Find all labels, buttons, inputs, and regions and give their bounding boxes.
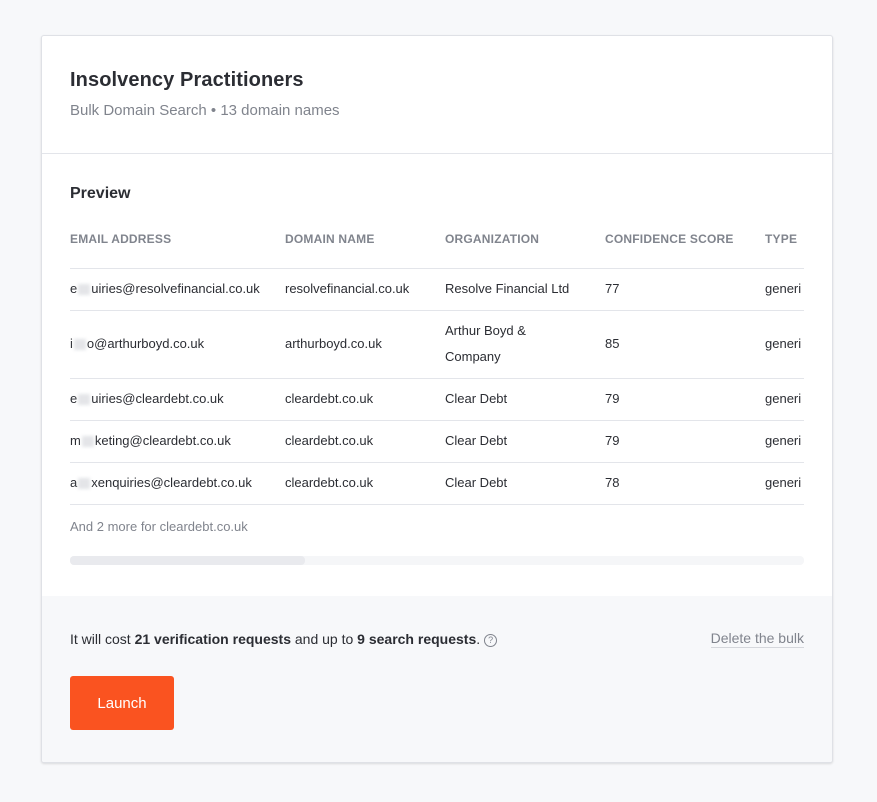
confidence-cell: 79	[605, 378, 765, 421]
email-prefix: i	[70, 336, 73, 351]
organization-cell: Clear Debt	[445, 462, 605, 505]
confidence-cell: 79	[605, 420, 765, 463]
column-header-confidence: CONFIDENCE SCORE	[605, 228, 765, 269]
table-row: i o@arthurboyd.co.uk arthurboyd.co.uk Art…	[70, 310, 804, 379]
scrollbar-thumb[interactable]	[70, 555, 305, 565]
email-suffix: keting@cleardebt.co.uk	[94, 433, 231, 448]
email-cell: e uiries@cleardebt.co.uk	[70, 378, 285, 421]
confidence-cell: 85	[605, 310, 765, 379]
domain-cell: cleardebt.co.uk	[285, 420, 445, 463]
type-cell: generi	[765, 310, 804, 379]
help-icon[interactable]: ?	[484, 633, 498, 647]
column-header-type: TYPE	[765, 228, 804, 269]
email-prefix: e	[70, 281, 78, 296]
organization-cell: Clear Debt	[445, 420, 605, 463]
preview-table-container[interactable]: EMAIL ADDRESS DOMAIN NAME ORGANIZATION C…	[70, 228, 804, 505]
confidence-cell: 78	[605, 462, 765, 505]
search-requests-count: 9 search requests	[357, 631, 477, 647]
redacted-blur	[81, 436, 94, 448]
domain-cell: arthurboyd.co.uk	[285, 310, 445, 379]
email-suffix: o@arthurboyd.co.uk	[86, 336, 205, 351]
verification-requests-count: 21 verification requests	[134, 631, 291, 647]
email-prefix: a	[70, 475, 78, 490]
type-cell: generi	[765, 420, 804, 463]
preview-table: EMAIL ADDRESS DOMAIN NAME ORGANIZATION C…	[70, 228, 804, 505]
type-cell: generi	[765, 378, 804, 421]
preview-section: Preview EMAIL ADDRESS DOMAIN NAME ORGANI…	[42, 154, 832, 597]
domain-cell: cleardebt.co.uk	[285, 462, 445, 505]
table-header-row: EMAIL ADDRESS DOMAIN NAME ORGANIZATION C…	[70, 228, 804, 269]
redacted-blur	[78, 478, 91, 490]
delete-bulk-link[interactable]: Delete the bulk	[710, 630, 804, 648]
table-row: m keting@cleardebt.co.uk cleardebt.co.uk …	[70, 420, 804, 463]
launch-button[interactable]: Launch	[70, 676, 174, 730]
horizontal-scrollbar[interactable]	[70, 555, 804, 565]
organization-cell: Clear Debt	[445, 378, 605, 421]
email-suffix: xenquiries@cleardebt.co.uk	[91, 475, 252, 490]
redacted-blur	[73, 339, 86, 351]
bulk-card: Insolvency Practitioners Bulk Domain Sea…	[41, 35, 833, 763]
cost-prefix: It will cost	[70, 631, 135, 647]
domain-cell: resolvefinancial.co.uk	[285, 268, 445, 311]
type-cell: generi	[765, 268, 804, 311]
card-footer: It will cost 21 verification requests an…	[42, 596, 832, 762]
more-results-note: And 2 more for cleardebt.co.uk	[70, 518, 248, 534]
email-cell: a xenquiries@cleardebt.co.uk	[70, 462, 285, 505]
email-suffix: uiries@cleardebt.co.uk	[91, 391, 224, 406]
column-header-organization: ORGANIZATION	[445, 228, 605, 269]
email-cell: i o@arthurboyd.co.uk	[70, 310, 285, 379]
table-row: e uiries@cleardebt.co.uk cleardebt.co.uk …	[70, 378, 804, 421]
table-row: e uiries@resolvefinancial.co.uk resolvefi…	[70, 268, 804, 311]
redacted-blur	[78, 284, 91, 296]
organization-cell: Resolve Financial Ltd	[445, 268, 605, 311]
email-prefix: m	[70, 433, 81, 448]
email-prefix: e	[70, 391, 78, 406]
domain-cell: cleardebt.co.uk	[285, 378, 445, 421]
type-cell: generi	[765, 462, 804, 505]
page-title: Insolvency Practitioners	[70, 69, 304, 91]
cost-suffix: .	[476, 631, 481, 647]
redacted-blur	[78, 394, 91, 406]
table-row: a xenquiries@cleardebt.co.uk cleardebt.co…	[70, 462, 804, 505]
column-header-domain: DOMAIN NAME	[285, 228, 445, 269]
confidence-cell: 77	[605, 268, 765, 311]
cost-middle: and up to	[290, 631, 358, 647]
cost-summary: It will cost 21 verification requests an…	[70, 631, 498, 647]
email-cell: e uiries@resolvefinancial.co.uk	[70, 268, 285, 311]
column-header-email: EMAIL ADDRESS	[70, 228, 285, 269]
cost-row: It will cost 21 verification requests an…	[70, 630, 804, 648]
organization-cell: Arthur Boyd & Company	[445, 310, 605, 379]
email-suffix: uiries@resolvefinancial.co.uk	[91, 281, 260, 296]
page-subtitle: Bulk Domain Search • 13 domain names	[70, 102, 340, 119]
card-header: Insolvency Practitioners Bulk Domain Sea…	[42, 36, 832, 154]
preview-title: Preview	[70, 185, 131, 202]
email-cell: m keting@cleardebt.co.uk	[70, 420, 285, 463]
